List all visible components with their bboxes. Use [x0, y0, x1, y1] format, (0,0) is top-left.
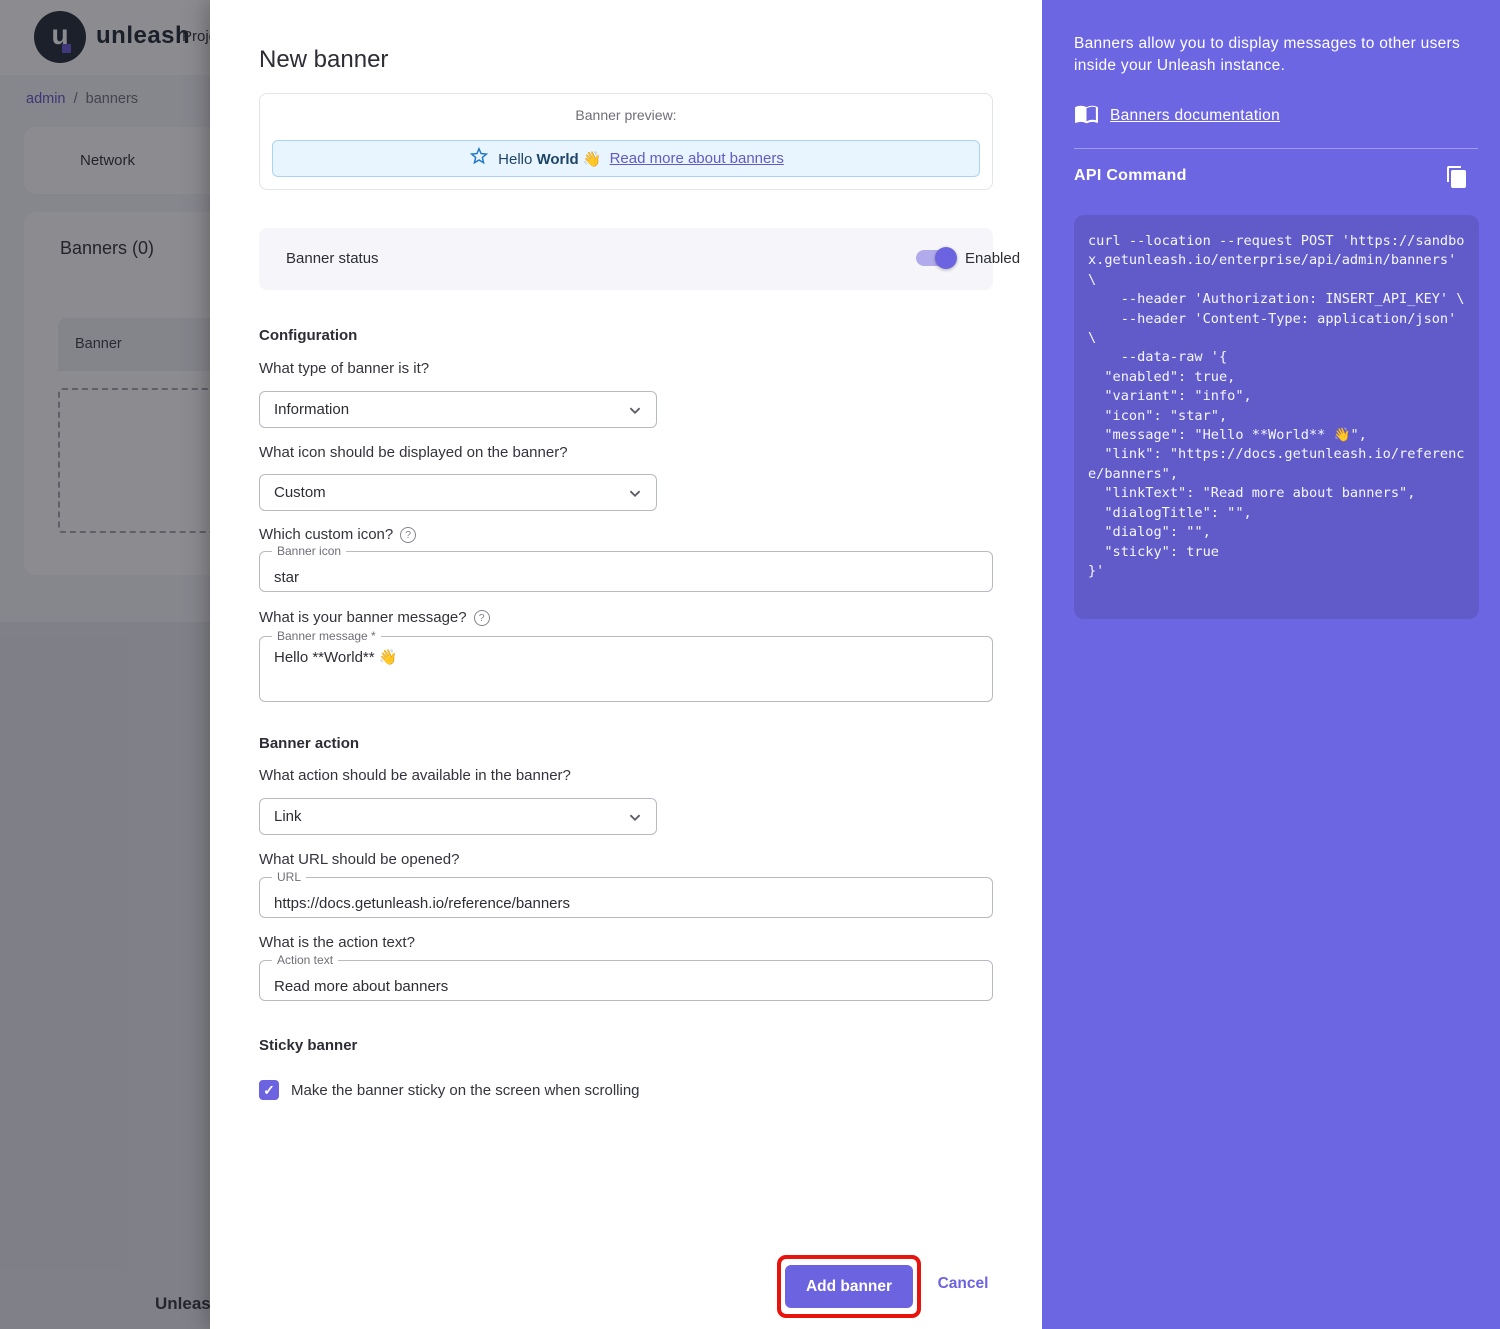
banner-icon-field-label: Banner icon — [272, 544, 346, 558]
banner-action-select[interactable]: Link — [259, 798, 657, 835]
help-icon[interactable]: ? — [400, 527, 416, 543]
sticky-checkbox-label: Make the banner sticky on the screen whe… — [291, 1082, 640, 1099]
doc-link-row[interactable]: Banners documentation — [1074, 101, 1280, 131]
banner-message-field: Banner message * — [259, 636, 993, 702]
chevron-down-icon — [624, 399, 646, 421]
banner-action-question: What action should be available in the b… — [259, 767, 571, 784]
action-text-input[interactable] — [260, 961, 992, 1000]
chevron-down-icon — [624, 806, 646, 828]
banner-status-toggle[interactable] — [916, 250, 954, 266]
preview-message: Hello World 👋 — [498, 150, 601, 168]
copy-icon[interactable] — [1444, 165, 1470, 191]
banner-preview: Hello World 👋 Read more about banners — [272, 140, 980, 177]
book-icon — [1074, 101, 1099, 131]
help-sidebar: Banners allow you to display messages to… — [1042, 0, 1500, 1329]
banner-icon-question: What icon should be displayed on the ban… — [259, 444, 568, 461]
banner-icon-select[interactable]: Custom — [259, 474, 657, 511]
page: u unleash Projects admin / banners Netwo… — [0, 0, 1500, 1329]
configuration-heading: Configuration — [259, 327, 357, 344]
drawer-title: New banner — [259, 46, 388, 74]
action-text-field: Action text — [259, 960, 993, 1001]
action-text-question: What is the action text? — [259, 934, 415, 951]
banner-message-input[interactable] — [260, 637, 992, 701]
url-field: URL — [259, 877, 993, 918]
action-text-field-label: Action text — [272, 953, 338, 967]
url-input[interactable] — [260, 878, 992, 917]
api-command-text[interactable]: curl --location --request POST 'https://… — [1088, 232, 1465, 581]
wave-emoji: 👋 — [583, 151, 602, 168]
new-banner-drawer: New banner Banner preview: Hello World 👋… — [210, 0, 1042, 1329]
sidebar-divider — [1074, 148, 1478, 149]
preview-banner-link[interactable]: Read more about banners — [610, 150, 784, 167]
url-field-label: URL — [272, 870, 306, 884]
add-banner-button[interactable]: Add banner — [785, 1265, 913, 1308]
cancel-button[interactable]: Cancel — [923, 1275, 1003, 1293]
banner-preview-label: Banner preview: — [260, 107, 992, 123]
url-question: What URL should be opened? — [259, 851, 459, 868]
banner-type-question: What type of banner is it? — [259, 360, 429, 377]
banner-message-field-label: Banner message * — [272, 629, 381, 643]
api-command-heading: API Command — [1074, 167, 1187, 185]
sticky-checkbox[interactable]: ✓ — [259, 1080, 279, 1100]
banner-status-state: Enabled — [965, 250, 1020, 267]
help-icon[interactable]: ? — [474, 610, 490, 626]
sticky-banner-heading: Sticky banner — [259, 1037, 357, 1054]
star-icon — [468, 145, 490, 172]
api-command-code-block: curl --location --request POST 'https://… — [1074, 215, 1479, 619]
banner-type-select[interactable]: Information — [259, 391, 657, 428]
banner-message-question: What is your banner message? ? — [259, 609, 490, 626]
banner-icon-field: Banner icon — [259, 551, 993, 592]
banners-documentation-link[interactable]: Banners documentation — [1110, 107, 1280, 125]
chevron-down-icon — [624, 482, 646, 504]
banner-icon-input[interactable] — [260, 552, 992, 591]
custom-icon-question: Which custom icon? ? — [259, 526, 416, 543]
sidebar-description: Banners allow you to display messages to… — [1074, 33, 1478, 77]
banner-status-row: Banner status Enabled — [259, 228, 993, 290]
toggle-knob — [935, 247, 957, 269]
banner-action-heading: Banner action — [259, 735, 359, 752]
banner-status-label: Banner status — [286, 250, 379, 267]
banner-preview-box: Banner preview: Hello World 👋 Read more … — [259, 93, 993, 190]
